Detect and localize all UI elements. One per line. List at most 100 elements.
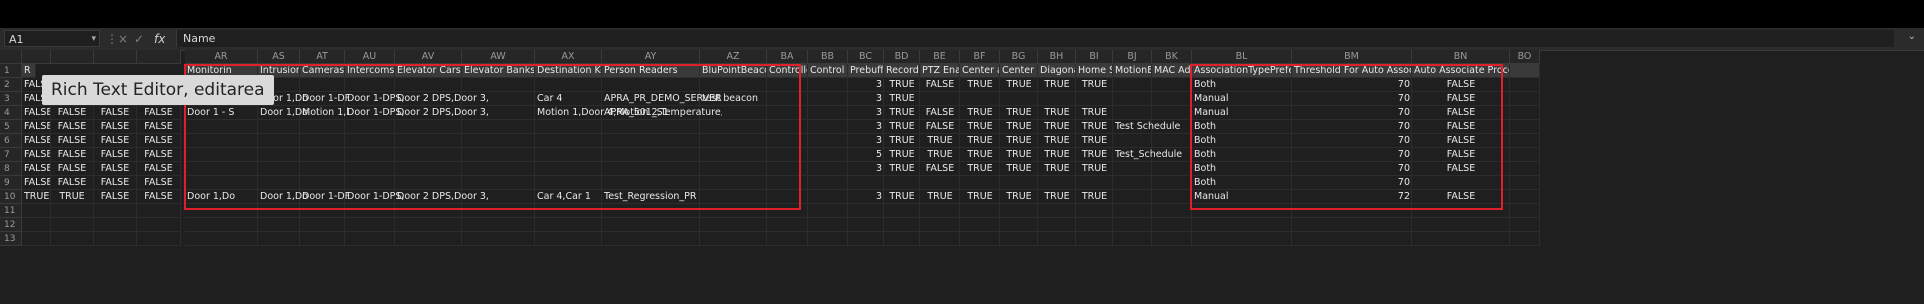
column-header[interactable] — [94, 50, 137, 64]
column-header[interactable]: AU — [345, 50, 395, 64]
table-cell[interactable]: 3 — [848, 106, 884, 120]
table-cell[interactable] — [535, 148, 602, 162]
table-cell[interactable] — [602, 120, 700, 134]
table-cell[interactable] — [920, 232, 960, 246]
table-cell[interactable] — [1000, 232, 1038, 246]
table-cell[interactable]: FALSE — [1412, 190, 1510, 204]
table-cell[interactable] — [1510, 120, 1540, 134]
table-cell[interactable] — [185, 204, 258, 218]
table-cell[interactable] — [1192, 232, 1292, 246]
row-header[interactable]: 7 — [0, 148, 22, 162]
table-cell[interactable]: TRUE — [960, 78, 1000, 92]
table-cell[interactable]: TRUE — [1000, 190, 1038, 204]
table-cell[interactable] — [700, 176, 767, 190]
table-cell[interactable] — [258, 232, 300, 246]
table-cell[interactable]: Both — [1192, 120, 1292, 134]
table-cell[interactable] — [602, 148, 700, 162]
table-cell[interactable] — [345, 120, 395, 134]
table-cell[interactable] — [94, 204, 137, 218]
table-cell[interactable] — [602, 232, 700, 246]
table-cell[interactable]: Both — [1192, 134, 1292, 148]
table-cell[interactable] — [1510, 162, 1540, 176]
table-cell[interactable]: Both — [1192, 148, 1292, 162]
cancel-icon[interactable]: × — [118, 31, 128, 47]
table-cell[interactable] — [395, 176, 462, 190]
table-cell[interactable]: TRUE — [884, 148, 920, 162]
column-name-cell[interactable]: Elevator Banks — [462, 64, 535, 78]
table-cell[interactable] — [884, 232, 920, 246]
table-cell[interactable]: TRUE — [884, 78, 920, 92]
table-cell[interactable] — [848, 204, 884, 218]
table-cell[interactable]: 3 — [848, 92, 884, 106]
table-cell[interactable] — [767, 78, 808, 92]
table-cell[interactable]: 3 — [848, 162, 884, 176]
table-cell[interactable] — [137, 218, 181, 232]
table-cell[interactable]: FALSE — [51, 162, 94, 176]
column-name-cell[interactable]: Intercoms — [345, 64, 395, 78]
row-header[interactable]: 9 — [0, 176, 22, 190]
table-cell[interactable]: TRUE — [1076, 190, 1113, 204]
table-cell[interactable]: FALSE — [1412, 106, 1510, 120]
table-cell[interactable] — [258, 162, 300, 176]
column-name-cell[interactable]: Home Sup — [1076, 64, 1113, 78]
table-cell[interactable] — [462, 232, 535, 246]
table-cell[interactable]: TRUE — [1038, 78, 1076, 92]
column-name-cell[interactable]: Center an — [960, 64, 1000, 78]
table-cell[interactable]: TRUE — [1000, 120, 1038, 134]
table-cell[interactable] — [1113, 232, 1152, 246]
table-cell[interactable] — [345, 204, 395, 218]
table-cell[interactable] — [767, 218, 808, 232]
table-cell[interactable] — [395, 232, 462, 246]
table-cell[interactable] — [1152, 218, 1192, 232]
table-cell[interactable] — [1192, 204, 1292, 218]
table-cell[interactable] — [700, 134, 767, 148]
table-cell[interactable]: TRUE — [1000, 106, 1038, 120]
table-cell[interactable]: TRUE — [1076, 78, 1113, 92]
table-cell[interactable] — [535, 134, 602, 148]
table-cell[interactable]: TRUE — [1076, 106, 1113, 120]
table-cell[interactable]: 3 — [848, 120, 884, 134]
table-cell[interactable] — [22, 218, 51, 232]
table-cell[interactable] — [137, 204, 181, 218]
table-cell[interactable] — [808, 148, 848, 162]
table-cell[interactable]: FALSE — [137, 134, 181, 148]
table-cell[interactable]: 3 — [848, 190, 884, 204]
table-cell[interactable]: TRUE — [960, 120, 1000, 134]
column-name-cell[interactable]: Prebuffer — [848, 64, 884, 78]
table-cell[interactable] — [1113, 204, 1152, 218]
table-cell[interactable]: TRUE — [51, 190, 94, 204]
column-header[interactable]: BN — [1412, 50, 1510, 64]
table-cell[interactable] — [1000, 218, 1038, 232]
table-cell[interactable]: FALSE — [1412, 148, 1510, 162]
table-cell[interactable] — [395, 162, 462, 176]
table-cell[interactable] — [602, 204, 700, 218]
table-cell[interactable] — [1292, 218, 1412, 232]
column-name-cell[interactable]: Auto Associate Processed — [1412, 64, 1510, 78]
table-cell[interactable]: 3 — [848, 78, 884, 92]
column-header[interactable]: BD — [884, 50, 920, 64]
table-cell[interactable]: FALSE — [137, 106, 181, 120]
row-header[interactable]: 4 — [0, 106, 22, 120]
table-cell[interactable]: 5 — [848, 148, 884, 162]
name-box[interactable]: A1 ▾ — [4, 30, 100, 47]
column-name-cell[interactable]: Destination Keypads — [535, 64, 602, 78]
table-cell[interactable] — [395, 218, 462, 232]
corner-cell[interactable] — [0, 50, 22, 64]
table-cell[interactable] — [808, 162, 848, 176]
table-cell[interactable] — [920, 92, 960, 106]
column-header[interactable]: BM — [1292, 50, 1412, 64]
table-cell[interactable] — [1076, 176, 1113, 190]
table-cell[interactable] — [1292, 232, 1412, 246]
table-cell[interactable] — [1000, 204, 1038, 218]
table-cell[interactable] — [602, 78, 700, 92]
column-name-cell[interactable] — [1510, 64, 1540, 78]
table-cell[interactable] — [462, 176, 535, 190]
table-cell[interactable] — [258, 218, 300, 232]
column-name-cell[interactable]: Controllers — [767, 64, 808, 78]
table-cell[interactable] — [1412, 204, 1510, 218]
table-cell[interactable] — [22, 232, 51, 246]
table-cell[interactable]: TRUE — [1000, 148, 1038, 162]
table-cell[interactable]: FALSE — [137, 148, 181, 162]
table-cell[interactable] — [1510, 92, 1540, 106]
row-header[interactable]: 3 — [0, 92, 22, 106]
